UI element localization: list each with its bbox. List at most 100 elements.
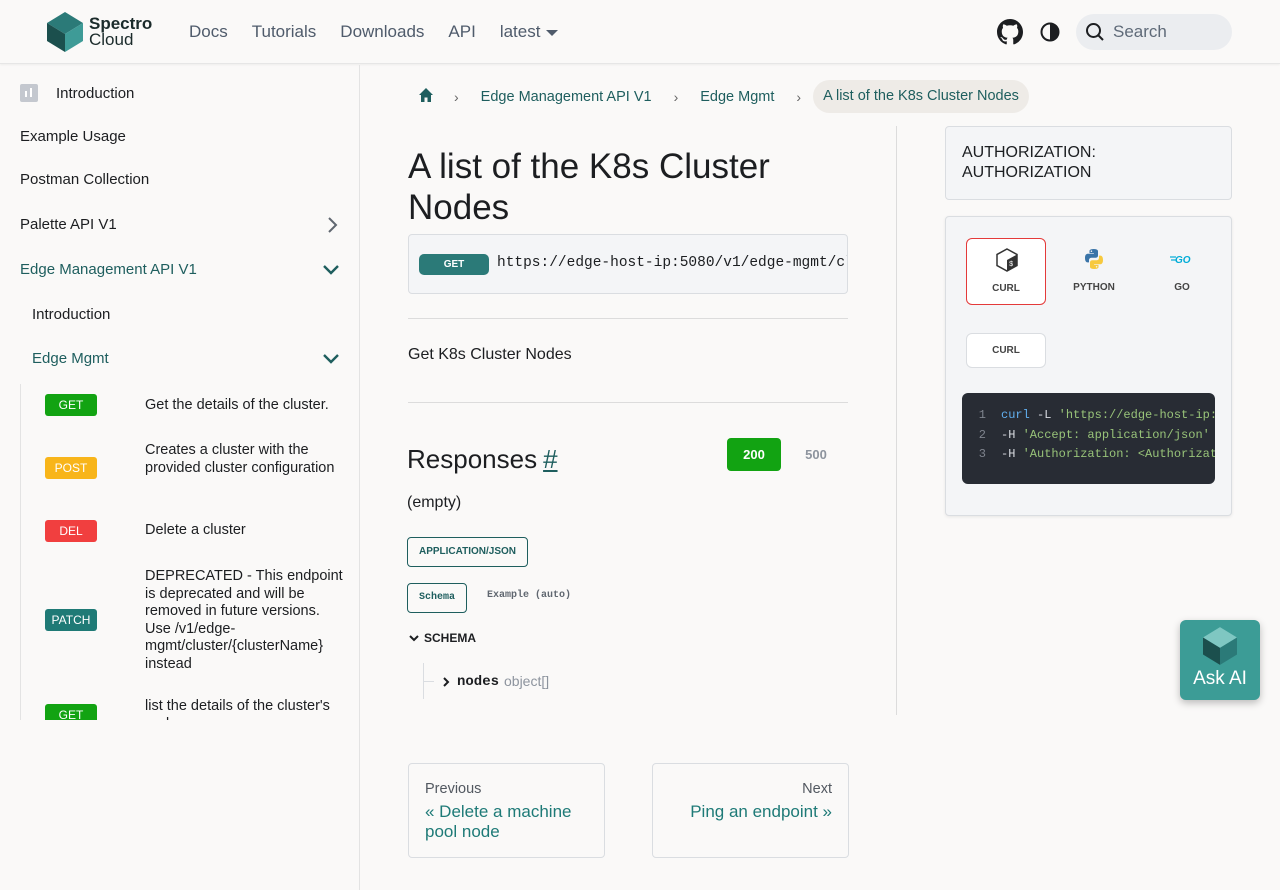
- anchor-link[interactable]: #: [543, 444, 557, 474]
- responses-title: Responses: [407, 444, 538, 474]
- tab-schema[interactable]: Schema: [407, 583, 467, 613]
- pager-previous-title: « Delete a machine pool node: [425, 802, 572, 841]
- divider: [408, 318, 848, 319]
- line-number: 1: [978, 408, 986, 422]
- endpoint-url: https://edge-host-ip:5080/v1/edge-mgmt/c…: [497, 255, 847, 271]
- column-divider: [896, 126, 897, 715]
- sidebar-item-label: Edge Management API V1: [20, 261, 197, 278]
- schema-label: SCHEMA: [424, 631, 477, 645]
- line-number: 2: [978, 427, 986, 442]
- endpoint-label: DEPRECATED - This endpoint is deprecated…: [145, 568, 343, 672]
- logo-text-line2: Cloud: [89, 30, 134, 49]
- code-string: 'Accept: application/json': [1022, 427, 1210, 442]
- response-empty: (empty): [407, 494, 462, 511]
- breadcrumb: › Edge Management API V1 › Edge Mgmt › A…: [410, 80, 1029, 113]
- ask-ai-label: Ask AI: [1193, 668, 1247, 689]
- navbar: Spectro Cloud Docs Tutorials Downloads A…: [0, 0, 1280, 64]
- chevron-right-icon: ›: [796, 88, 802, 105]
- pager-next-title: Ping an endpoint »: [690, 802, 832, 821]
- sidebar-item-edge-api[interactable]: Edge Management API V1: [20, 261, 340, 278]
- tab-lang-label: CURL: [992, 283, 1020, 294]
- field-name: nodes: [457, 674, 500, 690]
- tab-lang-python[interactable]: PYTHON: [1054, 238, 1134, 305]
- tab-variant-curl[interactable]: CURL: [966, 333, 1046, 368]
- sidebar-item-label: Palette API V1: [20, 216, 117, 233]
- schema-field-row[interactable]: nodes object[]: [423, 663, 623, 699]
- version-dropdown[interactable]: latest: [488, 22, 571, 42]
- method-badge: GET: [419, 254, 489, 275]
- svg-text:$: $: [1009, 261, 1013, 269]
- python-icon: [1085, 249, 1103, 269]
- code-string: 'https://edge-host-ip:5080/v1/edge-mgmt/…: [1058, 408, 1215, 422]
- field-type: object[]: [504, 673, 550, 689]
- endpoint-label: Creates a cluster with the provided clus…: [145, 442, 335, 476]
- tab-response-200[interactable]: 200: [727, 438, 781, 471]
- sidebar-item-example-usage[interactable]: Example Usage: [20, 128, 126, 145]
- pager-previous-sub: Previous: [425, 781, 482, 797]
- sidebar-item-postman[interactable]: Postman Collection: [20, 171, 149, 188]
- sidebar-item-edge-mgmt[interactable]: Edge Mgmt: [32, 350, 340, 367]
- nav-api[interactable]: API: [436, 22, 487, 42]
- authorization-card[interactable]: AUTHORIZATION: AUTHORIZATION: [945, 126, 1232, 200]
- document-icon: [20, 84, 38, 102]
- theme-toggle-icon[interactable]: [1036, 18, 1064, 46]
- sidebar-item-palette-api[interactable]: Palette API V1: [20, 216, 340, 233]
- code-samples-card: $ CURL PYTHON GO GO CURL 1 curl -L 'http…: [945, 216, 1232, 516]
- schema-toggle[interactable]: SCHEMA: [408, 631, 476, 645]
- sidebar-item-edge-intro[interactable]: Introduction: [32, 306, 110, 323]
- svg-text:GO: GO: [1175, 255, 1191, 266]
- chevron-down-icon: [409, 635, 419, 642]
- chevron-right-icon: [328, 217, 338, 233]
- tab-content-type[interactable]: APPLICATION/JSON: [407, 537, 528, 567]
- home-icon[interactable]: [410, 87, 442, 107]
- chevron-right-icon: [443, 677, 450, 687]
- breadcrumb-item[interactable]: Edge Management API V1: [471, 89, 662, 105]
- endpoint-list: GET Get the details of the cluster. POST…: [20, 384, 350, 720]
- code-text: -H: [1001, 447, 1023, 461]
- method-badge: PATCH: [45, 609, 97, 631]
- chevron-right-icon: ›: [454, 88, 459, 105]
- logo[interactable]: Spectro Cloud: [47, 12, 152, 52]
- nav-downloads[interactable]: Downloads: [328, 22, 436, 42]
- breadcrumb-current: A list of the K8s Cluster Nodes: [813, 80, 1029, 113]
- search-placeholder: Search: [1113, 22, 1167, 41]
- method-badge: DEL: [45, 520, 97, 542]
- endpoint-label: Get the details of the cluster.: [145, 397, 329, 413]
- nav-docs[interactable]: Docs: [177, 22, 240, 42]
- pager-previous[interactable]: Previous « Delete a machine pool node: [408, 763, 605, 858]
- endpoint-label: Delete a cluster: [145, 522, 246, 538]
- method-badge: GET: [45, 704, 97, 720]
- tab-example[interactable]: Example (auto): [487, 590, 571, 601]
- code-block[interactable]: 1 curl -L 'https://edge-host-ip:5080/v1/…: [962, 393, 1215, 484]
- method-badge: GET: [45, 394, 97, 416]
- code-text: -H: [1001, 427, 1023, 442]
- sidebar-item-introduction[interactable]: Introduction: [20, 84, 134, 102]
- search-icon: [1086, 23, 1104, 41]
- chevron-down-icon: [323, 354, 339, 364]
- endpoint-label: list the details of the cluster's nodes: [145, 698, 330, 720]
- code-line: 1 curl -L 'https://edge-host-ip:5080/v1/…: [962, 408, 1215, 428]
- pager-next-sub: Next: [802, 781, 832, 797]
- tab-lang-curl[interactable]: $ CURL: [966, 238, 1046, 305]
- tab-lang-label: GO: [1174, 282, 1190, 293]
- code-text: -L: [1029, 408, 1059, 422]
- chevron-right-icon: ›: [673, 88, 679, 105]
- code-line: 2 -H 'Accept: application/json': [962, 428, 1215, 448]
- breadcrumb-item[interactable]: Edge Mgmt: [690, 89, 784, 105]
- code-line: 3 -H 'Authorization: <Authorization>': [962, 447, 1215, 467]
- method-badge: POST: [45, 457, 97, 479]
- nav-tutorials[interactable]: Tutorials: [240, 22, 329, 42]
- endpoint-box[interactable]: GET https://edge-host-ip:5080/v1/edge-mg…: [408, 234, 848, 294]
- tab-lang-go[interactable]: GO GO: [1142, 238, 1222, 305]
- ask-ai-button[interactable]: Ask AI: [1180, 620, 1260, 700]
- caret-down-icon: [546, 29, 559, 36]
- tab-response-500[interactable]: 500: [792, 438, 840, 471]
- pager-next[interactable]: Next Ping an endpoint »: [652, 763, 849, 858]
- page-title: A list of the K8s Cluster Nodes: [408, 147, 770, 227]
- code-keyword: curl: [1001, 408, 1030, 422]
- github-icon[interactable]: [996, 18, 1024, 46]
- spectro-logo-icon: [47, 12, 83, 52]
- tree-connector: [424, 681, 434, 682]
- search-input[interactable]: Search: [1076, 14, 1232, 50]
- responses-heading: Responses #: [407, 444, 558, 475]
